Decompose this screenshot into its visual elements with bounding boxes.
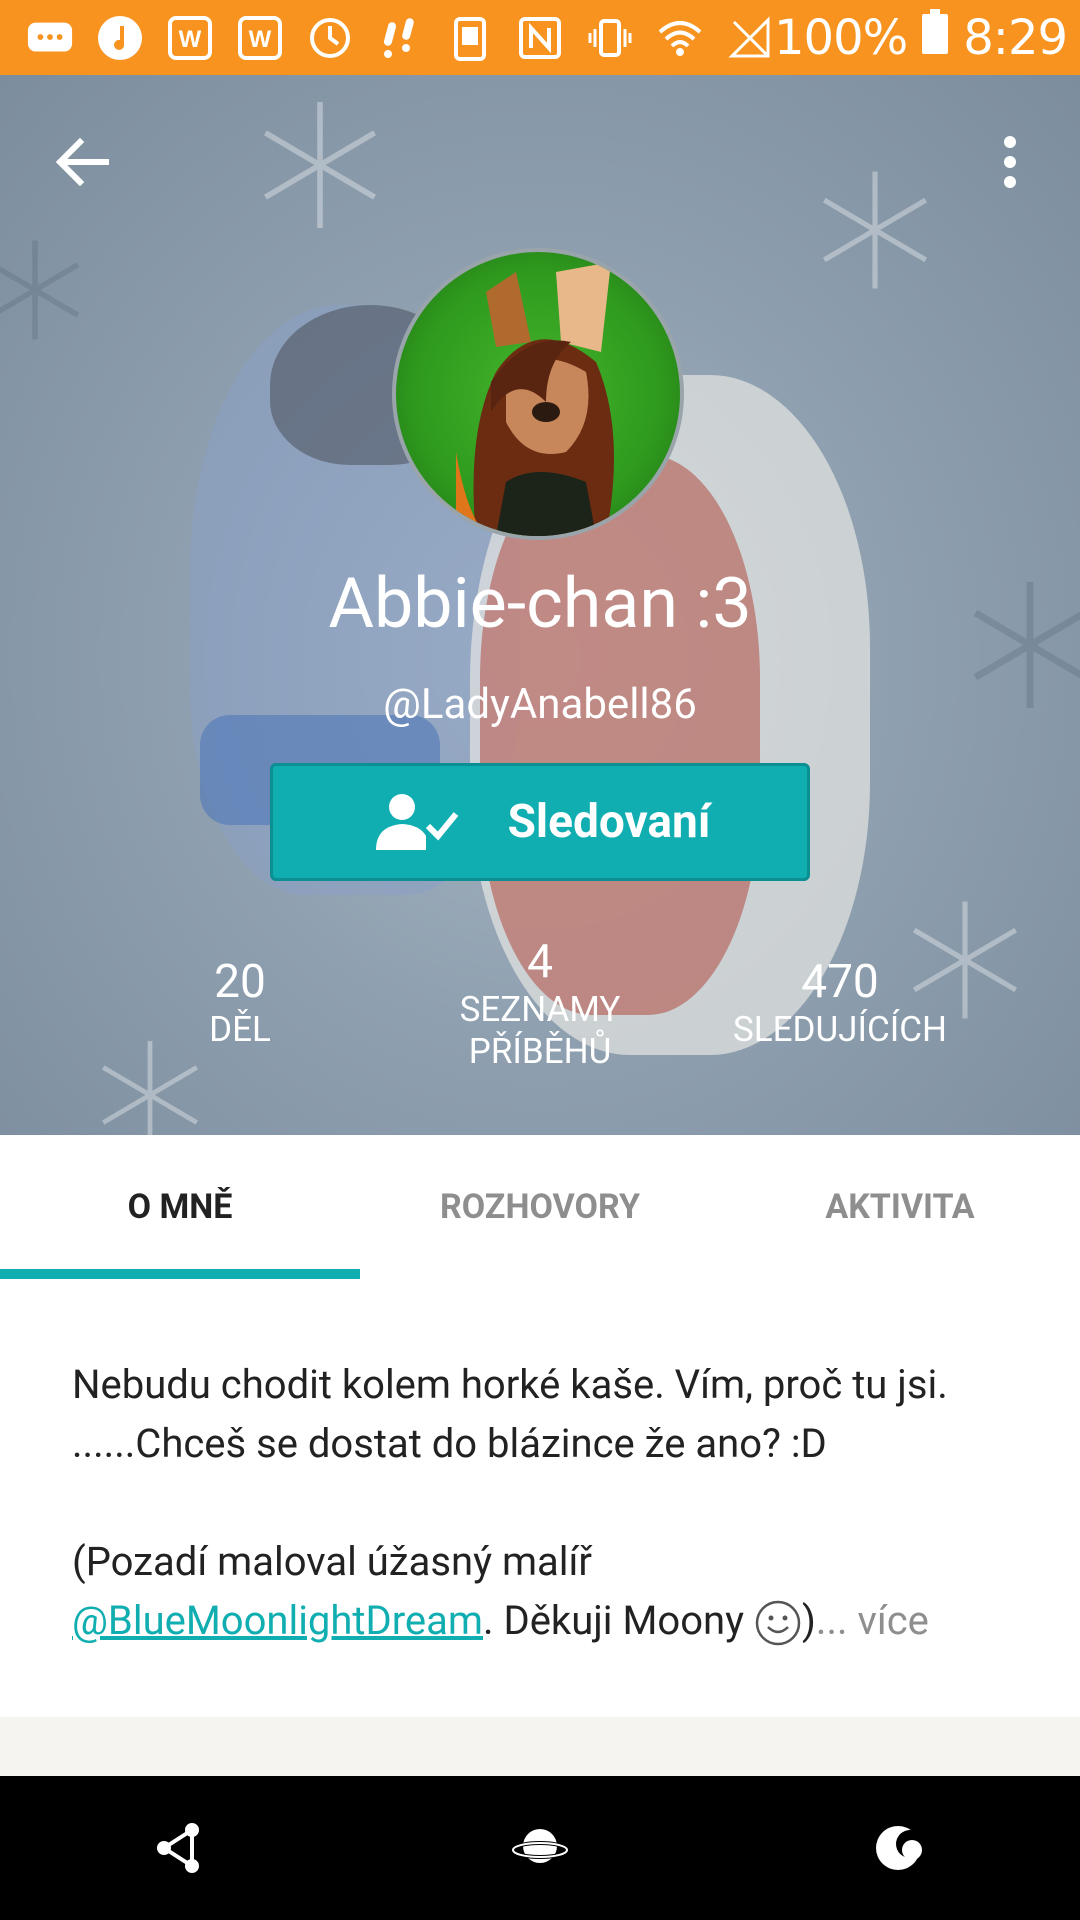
- back-button[interactable]: [52, 130, 116, 194]
- share-button[interactable]: [110, 1798, 250, 1898]
- snowflake-icon: [263, 102, 377, 228]
- stat-reading-lists-value: 4: [527, 935, 553, 989]
- snowflake-icon: [0, 240, 80, 340]
- battery-icon: [921, 8, 949, 67]
- profile-header: Abbie-chan :3 @LadyAnabell86 Sledovaní 2…: [0, 75, 1080, 1135]
- following-button-label: Sledovaní: [507, 795, 711, 849]
- clock-icon: [306, 14, 354, 62]
- stat-reading-lists-label-line2: PŘÍBĚHŮ: [468, 1031, 612, 1072]
- wifi-icon: [656, 14, 704, 62]
- stat-works-label: DĚL: [209, 1009, 271, 1050]
- music-icon: [96, 14, 144, 62]
- avatar[interactable]: [392, 248, 684, 540]
- avatar-image: [456, 262, 614, 536]
- stat-followers-value: 470: [801, 955, 879, 1009]
- bottom-navigation: [0, 1776, 1080, 1920]
- stat-reading-lists-label-line1: SEZNAMY: [459, 989, 621, 1030]
- username: @LadyAnabell86: [383, 680, 697, 729]
- person-check-icon: [375, 794, 458, 850]
- about-paragraph: Nebudu chodit kolem horké kaše. Vím, pro…: [72, 1361, 948, 1467]
- stat-followers[interactable]: 470 SLEDUJÍCÍCH: [710, 955, 970, 1051]
- tab-about-me[interactable]: O MNĚ: [0, 1135, 360, 1279]
- night-mode-icon: [876, 1826, 924, 1870]
- arrow-left-icon: [55, 137, 109, 187]
- svg-text:W: W: [179, 26, 202, 53]
- tab-activity-label: AKTIVITA: [825, 1187, 975, 1227]
- smiley-icon: [755, 1601, 801, 1646]
- about-section: Nebudu chodit kolem horké kaše. Vím, pro…: [0, 1279, 1080, 1717]
- about-paragraph: (Pozadí maloval úžasný malíř @BlueMoonli…: [72, 1532, 1008, 1650]
- night-mode-button[interactable]: [830, 1798, 970, 1898]
- vibrate-icon: [586, 14, 634, 62]
- read-more-link[interactable]: ... více: [816, 1597, 929, 1644]
- tab-activity[interactable]: AKTIVITA: [720, 1135, 1080, 1279]
- status-bar: W W 100% 8:29: [0, 0, 1080, 75]
- planet-icon: [511, 1829, 569, 1863]
- stat-works-value: 20: [214, 955, 266, 1009]
- message-icon: [26, 14, 74, 62]
- planet-button[interactable]: [470, 1798, 610, 1898]
- wattpad-icon: W: [236, 14, 284, 62]
- tab-conversations-label: ROZHOVORY: [439, 1187, 641, 1227]
- phone-sync-icon: [446, 14, 494, 62]
- share-icon: [157, 1823, 199, 1873]
- wattpad-icon: W: [166, 14, 214, 62]
- clock-time: 8:29: [963, 9, 1068, 66]
- overflow-menu-button[interactable]: [990, 130, 1030, 194]
- voicemail-icon: [376, 14, 424, 62]
- stat-followers-label: SLEDUJÍCÍCH: [732, 1009, 948, 1050]
- mention-link[interactable]: @BlueMoonlightDream: [72, 1597, 483, 1644]
- display-name: Abbie-chan :3: [328, 563, 752, 645]
- following-button[interactable]: Sledovaní: [270, 763, 810, 881]
- svg-text:W: W: [249, 26, 272, 53]
- stat-reading-lists[interactable]: 4 SEZNAMY PŘÍBĚHŮ: [400, 935, 680, 1073]
- more-vert-icon: [1004, 136, 1016, 188]
- snowflake-icon: [822, 171, 928, 289]
- profile-tabs: O MNĚ ROZHOVORY AKTIVITA: [0, 1135, 1080, 1279]
- signal-icon: [726, 14, 774, 62]
- tab-about-me-label: O MNĚ: [127, 1187, 233, 1227]
- stat-works[interactable]: 20 DĚL: [160, 955, 320, 1051]
- battery-percentage: 100%: [774, 9, 908, 66]
- tab-conversations[interactable]: ROZHOVORY: [360, 1135, 720, 1279]
- nfc-icon: [516, 14, 564, 62]
